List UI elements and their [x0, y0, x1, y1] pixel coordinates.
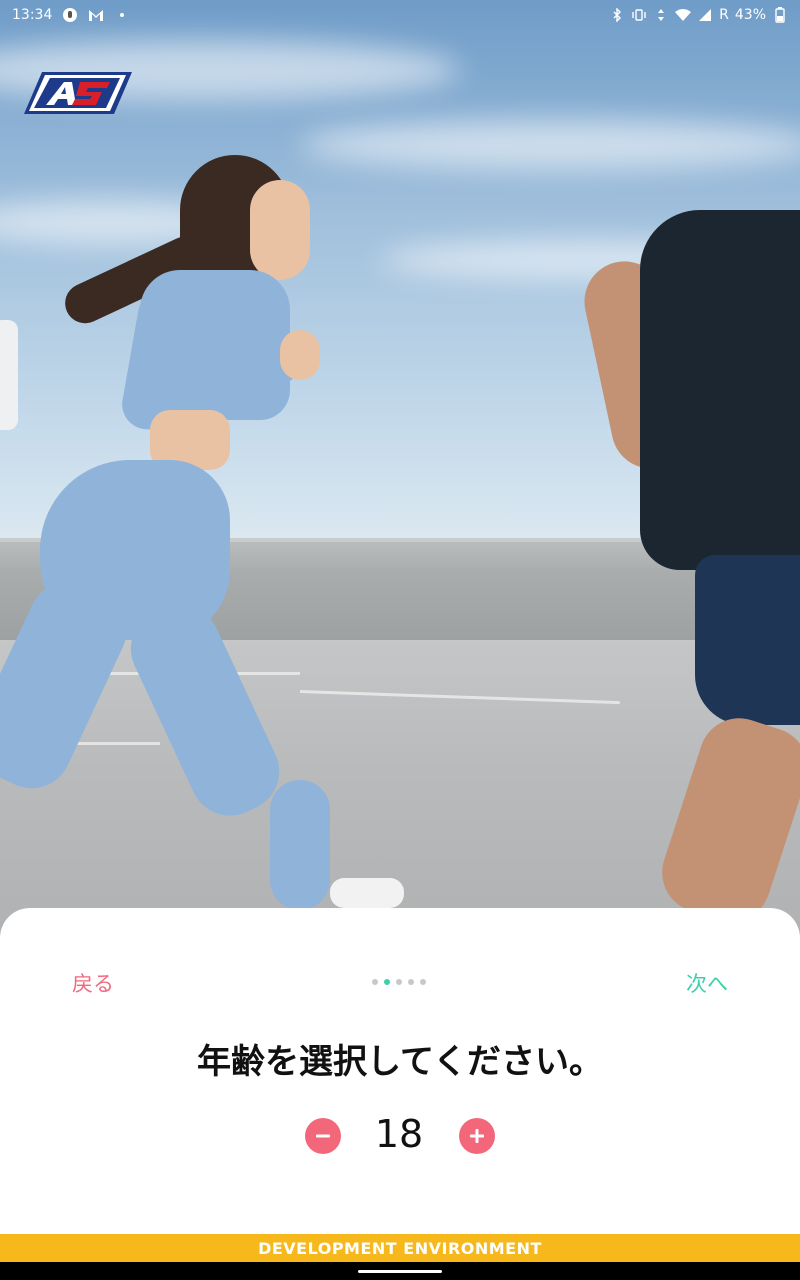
brand-logo	[24, 72, 132, 114]
network-label: R	[719, 7, 729, 23]
system-nav-bar	[0, 1262, 800, 1280]
status-time: 13:34	[12, 7, 53, 23]
age-stepper: 18	[0, 1112, 800, 1160]
age-value: 18	[374, 1112, 424, 1156]
wifi-icon	[675, 7, 692, 23]
status-bar: 13:34 R 43%	[0, 0, 800, 30]
decrease-age-button[interactable]	[305, 1118, 341, 1154]
partial-runner	[0, 320, 18, 430]
age-question: 年齢を選択してください。	[197, 1042, 603, 1082]
onboarding-nav: 戻る 次へ	[0, 968, 800, 1002]
battery-icon	[772, 7, 788, 23]
data-icon	[653, 7, 669, 23]
minus-icon	[316, 1134, 330, 1138]
next-button[interactable]: 次へ	[686, 968, 728, 998]
battery-percent: 43%	[734, 7, 766, 23]
bluetooth-icon	[609, 7, 625, 23]
plus-icon	[470, 1129, 484, 1143]
vibrate-icon	[631, 7, 647, 23]
onboarding-sheet: 戻る 次へ 年齢を選択してください。 18	[0, 908, 800, 1234]
more-dot-icon	[114, 7, 130, 23]
environment-banner: DEVELOPMENT ENVIRONMENT	[0, 1234, 800, 1262]
cloud	[300, 120, 800, 170]
notification-icon	[62, 7, 78, 23]
increase-age-button[interactable]	[459, 1118, 495, 1154]
signal-icon	[697, 7, 713, 23]
step-dot	[408, 979, 414, 985]
step-dot	[396, 979, 402, 985]
step-dot-active	[384, 979, 390, 985]
step-indicator	[372, 979, 426, 985]
gmail-icon	[88, 7, 104, 23]
hero-image	[0, 0, 800, 960]
back-button[interactable]: 戻る	[72, 968, 114, 998]
home-gesture-handle[interactable]	[358, 1270, 442, 1273]
step-dot	[420, 979, 426, 985]
step-dot	[372, 979, 378, 985]
